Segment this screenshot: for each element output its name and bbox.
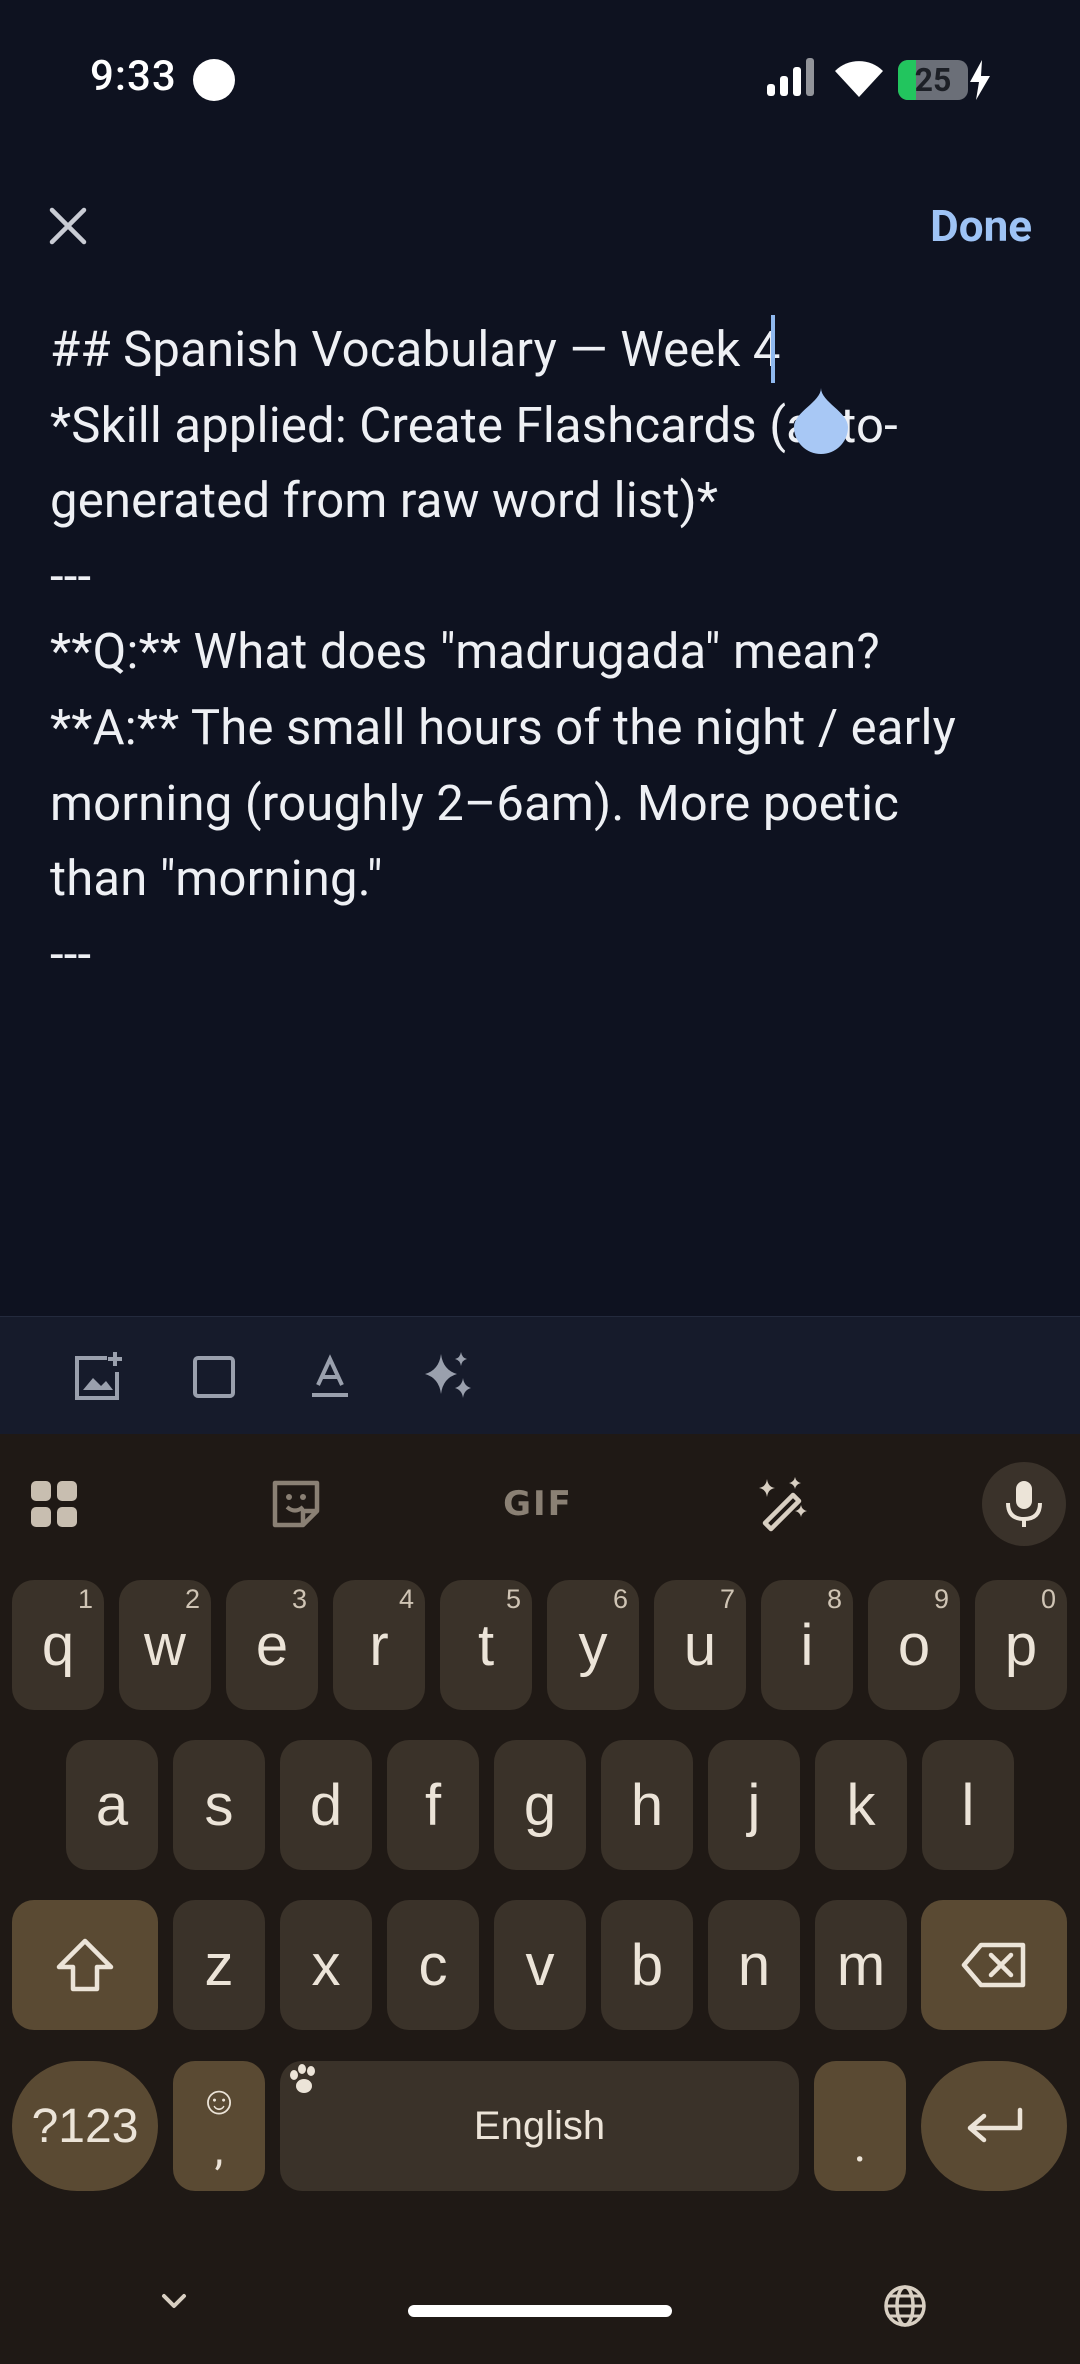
key-s[interactable]: s <box>173 1740 265 1870</box>
emoji-icon: ☺ <box>198 2077 240 2124</box>
note-editor[interactable]: ## Spanish Vocabulary — Week 4 *Skill ap… <box>50 312 1040 992</box>
wifi-icon <box>835 61 883 97</box>
key-o[interactable]: o9 <box>868 1580 960 1710</box>
key-g[interactable]: g <box>494 1740 586 1870</box>
key-m[interactable]: m <box>815 1900 907 2030</box>
close-icon <box>49 207 87 245</box>
key-v[interactable]: v <box>494 1900 586 2030</box>
text-format-icon <box>312 1354 348 1397</box>
period-key[interactable]: . <box>814 2061 906 2191</box>
key-f[interactable]: f <box>387 1740 479 1870</box>
magic-wand-icon <box>759 1477 807 1532</box>
key-c[interactable]: c <box>387 1900 479 2030</box>
key-h[interactable]: h <box>601 1740 693 1870</box>
key-k[interactable]: k <box>815 1740 907 1870</box>
gif-label: GIF <box>503 1484 573 1524</box>
magic-button[interactable] <box>740 1464 820 1544</box>
key-r[interactable]: r4 <box>333 1580 425 1710</box>
backspace-key[interactable] <box>921 1900 1067 2030</box>
editor-line: generated from raw word list)* <box>50 472 719 530</box>
editor-line: ## Spanish Vocabulary — Week 4 <box>50 321 781 378</box>
key-j[interactable]: j <box>708 1740 800 1870</box>
key-z[interactable]: z <box>173 1900 265 2030</box>
microphone-icon <box>1006 1481 1042 1527</box>
add-image-icon <box>75 1352 122 1400</box>
paw-icon <box>290 2064 315 2093</box>
editor-line: than "morning." <box>50 850 383 908</box>
key-i[interactable]: i8 <box>761 1580 853 1710</box>
key-w[interactable]: w2 <box>119 1580 211 1710</box>
cursor-handle[interactable] <box>794 388 848 454</box>
editor-line: morning (roughly 2–6am). More poetic <box>50 774 900 832</box>
editor-line: **Q:** What does "madrugada" mean? <box>50 623 880 681</box>
sticker-icon <box>272 1480 320 1528</box>
status-time: 9:33 <box>90 52 177 101</box>
close-button[interactable] <box>38 196 98 256</box>
ai-sparkle-button[interactable] <box>412 1341 484 1413</box>
editor-line: --- <box>50 925 92 983</box>
key-u[interactable]: u7 <box>654 1580 746 1710</box>
battery-icon: 25 <box>898 60 968 100</box>
checkbox-button[interactable] <box>178 1341 250 1413</box>
apps-grid-icon <box>31 1481 77 1527</box>
emoji-comma-key[interactable]: ☺ , <box>173 2061 265 2191</box>
format-toolbar <box>0 1316 1080 1434</box>
key-e[interactable]: e3 <box>226 1580 318 1710</box>
sticker-button[interactable] <box>256 1464 336 1544</box>
chevron-down-icon[interactable] <box>150 2278 198 2326</box>
text-cursor <box>771 315 775 383</box>
recording-dot-icon <box>193 59 235 101</box>
gif-button[interactable]: GIF <box>498 1464 578 1544</box>
charging-bolt-icon <box>970 60 990 100</box>
shift-key[interactable] <box>12 1900 158 2030</box>
status-bar: 9:33 25 <box>0 0 1080 160</box>
apps-button[interactable] <box>14 1464 94 1544</box>
key-t[interactable]: t5 <box>440 1580 532 1710</box>
space-label: English <box>473 2103 606 2148</box>
enter-key[interactable] <box>921 2061 1067 2191</box>
signal-icon <box>767 58 814 96</box>
editor-line: **A:** The small hours of the night / ea… <box>50 698 956 756</box>
key-d[interactable]: d <box>280 1740 372 1870</box>
ai-sparkle-icon <box>425 1352 471 1398</box>
comma-label: , <box>214 2123 224 2175</box>
key-p[interactable]: p0 <box>975 1580 1067 1710</box>
shift-icon <box>56 1938 114 1992</box>
globe-icon[interactable] <box>882 2283 928 2329</box>
editor-line: --- <box>50 547 92 605</box>
add-image-button[interactable] <box>62 1341 134 1413</box>
key-b[interactable]: b <box>601 1900 693 2030</box>
battery-level: 25 <box>914 61 952 99</box>
key-y[interactable]: y6 <box>547 1580 639 1710</box>
key-x[interactable]: x <box>280 1900 372 2030</box>
text-format-button[interactable] <box>294 1341 366 1413</box>
enter-icon <box>967 2107 1023 2143</box>
space-key[interactable]: English <box>280 2061 799 2191</box>
backspace-icon <box>961 1942 1026 1988</box>
microphone-button[interactable] <box>982 1462 1066 1546</box>
editor-line: *Skill applied: Create Flashcards (auto- <box>50 396 898 454</box>
key-a[interactable]: a <box>66 1740 158 1870</box>
symbols-key[interactable]: ?123 <box>12 2061 158 2191</box>
key-n[interactable]: n <box>708 1900 800 2030</box>
done-button[interactable]: Done <box>930 200 1032 252</box>
checkbox-icon <box>193 1356 235 1398</box>
home-indicator[interactable] <box>408 2305 672 2317</box>
key-l[interactable]: l <box>922 1740 1014 1870</box>
keyboard: GIF q1 w2 e3 r4 t5 y6 u7 i8 o9 p0 a s d … <box>0 1434 1080 2364</box>
key-q[interactable]: q1 <box>12 1580 104 1710</box>
